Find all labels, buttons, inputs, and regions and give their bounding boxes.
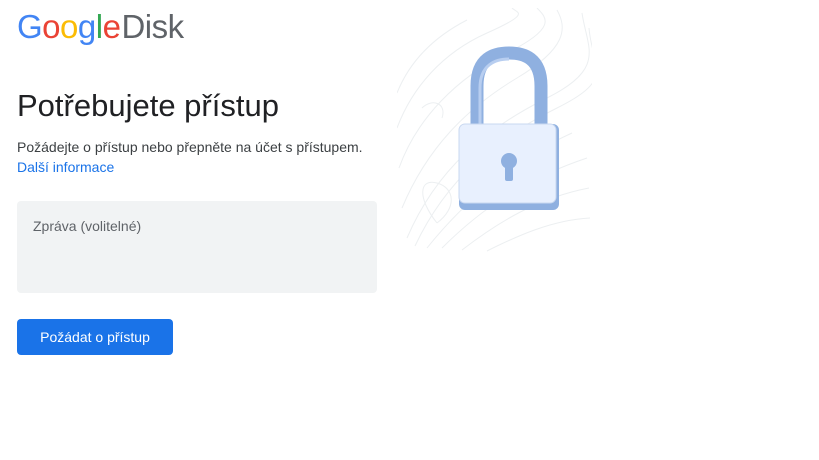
logo-letter: l <box>95 8 103 45</box>
google-disk-logo: GoogleDisk <box>17 7 184 47</box>
logo-letter: o <box>42 8 61 45</box>
logo-letter: g <box>77 8 96 45</box>
padlock-body <box>458 123 559 210</box>
request-access-button[interactable]: Požádat o přístup <box>17 319 173 355</box>
message-field[interactable] <box>17 201 377 293</box>
learn-more-link[interactable]: Další informace <box>17 159 114 175</box>
logo-letter: o <box>60 8 78 45</box>
page-title: Potřebujete přístup <box>17 88 279 123</box>
logo-letter: e <box>102 8 121 45</box>
logo-letter: G <box>17 8 43 45</box>
padlock-icon <box>397 8 592 252</box>
access-description: Požádejte o přístup nebo přepněte na úče… <box>17 139 363 155</box>
logo-product-name: Disk <box>121 8 184 45</box>
